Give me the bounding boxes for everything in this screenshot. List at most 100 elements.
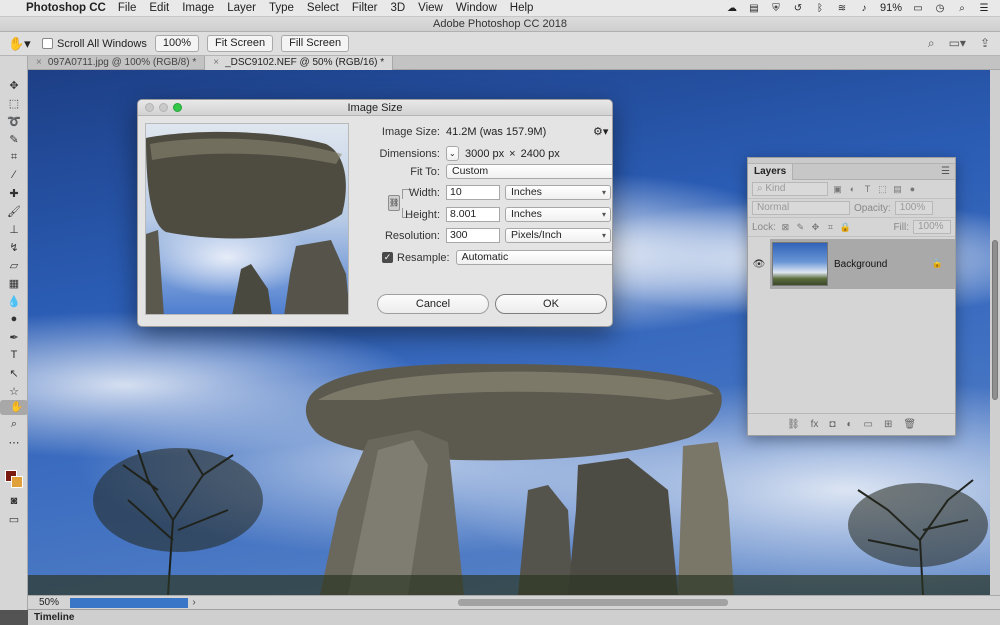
screen-mode-icon[interactable]: ▭ <box>0 510 28 528</box>
opacity-input[interactable]: 100% <box>894 201 933 215</box>
wifi-icon[interactable]: ≋ <box>836 3 848 14</box>
pixel-filter-icon[interactable]: ▣ <box>832 184 843 195</box>
resample-checkbox[interactable]: ✓ <box>382 252 393 263</box>
resample-select[interactable]: Automatic▾ <box>455 250 612 265</box>
resolution-unit-select[interactable]: Pixels/Inch ▾ <box>505 228 611 243</box>
time-machine-icon[interactable]: ↺ <box>792 3 804 14</box>
menu-image[interactable]: Image <box>182 2 214 14</box>
shape-filter-icon[interactable]: ⬚ <box>877 184 888 195</box>
zoom-100-button[interactable]: 100% <box>154 35 199 52</box>
brush-tool-icon[interactable]: 🖌 <box>0 202 28 220</box>
move-tool-icon[interactable]: ✥ <box>0 76 28 94</box>
history-brush-tool-icon[interactable]: ↯ <box>0 238 28 256</box>
horizontal-scroll-thumb[interactable] <box>458 599 728 606</box>
menu-edit[interactable]: Edit <box>149 2 169 14</box>
type-tool-icon[interactable]: T <box>0 346 28 364</box>
close-icon[interactable]: × <box>213 57 219 68</box>
vertical-scrollbar[interactable] <box>990 70 1000 595</box>
chevron-right-icon[interactable]: › <box>188 597 200 608</box>
battery-icon[interactable]: ▭ <box>912 3 924 14</box>
menu-file[interactable]: File <box>118 2 137 14</box>
dodge-tool-icon[interactable]: ● <box>0 310 28 328</box>
clock-icon[interactable]: ◷ <box>934 3 946 14</box>
eraser-tool-icon[interactable]: ▱ <box>0 256 28 274</box>
workspace-icon[interactable]: ▭▾ <box>949 36 966 51</box>
menu-filter[interactable]: Filter <box>352 2 378 14</box>
smart-object-filter-icon[interactable]: ▤ <box>892 184 903 195</box>
path-select-tool-icon[interactable]: ↖ <box>0 364 28 382</box>
background-color-swatch[interactable] <box>11 476 23 488</box>
lock-position-icon[interactable]: ✥ <box>810 222 821 233</box>
menu-type[interactable]: Type <box>269 2 294 14</box>
adjustment-layer-icon[interactable]: ◐ <box>846 419 852 430</box>
blend-mode-select[interactable]: Normal <box>752 201 850 215</box>
layer-body[interactable]: Background 🔒 <box>770 239 955 289</box>
menu-select[interactable]: Select <box>307 2 339 14</box>
menu-help[interactable]: Help <box>510 2 534 14</box>
scroll-all-windows-option[interactable]: Scroll All Windows <box>42 38 147 50</box>
eyedropper-tool-icon[interactable]: ⁄ <box>0 166 28 184</box>
ok-button[interactable]: OK <box>495 294 607 314</box>
hand-tool-preset-icon[interactable]: ✋▾ <box>8 36 34 52</box>
cancel-button[interactable]: Cancel <box>377 294 489 314</box>
vertical-scroll-thumb[interactable] <box>992 240 998 400</box>
scroll-all-windows-checkbox[interactable] <box>42 38 53 49</box>
fill-input[interactable]: 100% <box>913 220 951 234</box>
zoom-level-field[interactable]: 50% <box>28 597 70 608</box>
link-layers-icon[interactable]: ⛓ <box>787 419 800 430</box>
menu-list-icon[interactable]: ☰ <box>978 3 990 14</box>
close-icon[interactable]: × <box>36 57 42 68</box>
adjustment-filter-icon[interactable]: ◐ <box>847 184 858 195</box>
search-icon[interactable]: ⌕ <box>956 3 968 14</box>
hand-tool-icon[interactable]: ✋ <box>0 400 28 415</box>
marquee-tool-icon[interactable]: ⬚ <box>0 94 28 112</box>
tab-document-2[interactable]: × _DSC9102.NEF @ 50% (RGB/16) * <box>205 56 394 70</box>
add-mask-icon[interactable]: ◘ <box>829 419 835 430</box>
crop-tool-icon[interactable]: ⌗ <box>0 148 28 166</box>
new-group-icon[interactable]: ▭ <box>864 419 873 430</box>
layer-row[interactable]: 👁 Background 🔒 <box>748 239 955 289</box>
pen-tool-icon[interactable]: ✒ <box>0 328 28 346</box>
trash-icon[interactable]: 🗑 <box>903 419 916 430</box>
new-layer-icon[interactable]: ⊞ <box>884 419 892 430</box>
healing-brush-tool-icon[interactable]: ✚ <box>0 184 28 202</box>
fit-to-select[interactable]: Custom▾ <box>446 164 612 179</box>
blur-tool-icon[interactable]: 💧 <box>0 292 28 310</box>
image-preview[interactable] <box>145 123 349 315</box>
kind-filter-select[interactable]: ⌕ Kind <box>752 182 828 196</box>
quick-mask-icon[interactable]: ◙ <box>0 492 28 510</box>
menu-3d[interactable]: 3D <box>390 2 405 14</box>
lasso-tool-icon[interactable]: ➰ <box>0 112 28 130</box>
fx-icon[interactable]: fx <box>811 419 819 430</box>
display-icon[interactable]: ▤ <box>748 3 760 14</box>
height-input[interactable]: 8.001 <box>446 207 500 222</box>
tab-layers[interactable]: Layers <box>748 164 794 180</box>
filter-toggle-icon[interactable]: ● <box>907 184 918 195</box>
menu-view[interactable]: View <box>418 2 443 14</box>
close-window-icon[interactable] <box>145 103 154 112</box>
creative-cloud-icon[interactable]: ☁ <box>726 3 738 14</box>
resolution-input[interactable]: 300 <box>446 228 500 243</box>
fill-screen-button[interactable]: Fill Screen <box>281 35 350 52</box>
bluetooth-icon[interactable]: ᛒ <box>814 3 826 14</box>
width-input[interactable]: 10 <box>446 185 500 200</box>
stamp-tool-icon[interactable]: ⊥ <box>0 220 28 238</box>
panel-menu-icon[interactable]: ☰ <box>941 166 950 177</box>
lock-transparent-icon[interactable]: ⊠ <box>780 222 791 233</box>
dimensions-unit-dropdown[interactable]: ⌄ <box>446 146 459 161</box>
volume-icon[interactable]: ♪ <box>858 3 870 14</box>
gradient-tool-icon[interactable]: ▦ <box>0 274 28 292</box>
type-filter-icon[interactable]: T <box>862 184 873 195</box>
lock-artboard-icon[interactable]: ⌗ <box>825 222 836 233</box>
app-menu[interactable]: Photoshop CC <box>26 2 106 14</box>
zoom-window-icon[interactable] <box>173 103 182 112</box>
gear-icon[interactable]: ⚙▾ <box>593 125 608 138</box>
share-icon[interactable]: ⇪ <box>980 36 990 51</box>
menu-layer[interactable]: Layer <box>227 2 256 14</box>
shield-icon[interactable]: ⛨ <box>770 3 782 14</box>
menu-window[interactable]: Window <box>456 2 497 14</box>
lock-pixels-icon[interactable]: ✎ <box>795 222 806 233</box>
width-unit-select[interactable]: Inches ▾ <box>505 185 611 200</box>
visibility-eye-icon[interactable]: 👁 <box>748 259 770 270</box>
search-icon[interactable]: ⌕ <box>928 36 935 51</box>
